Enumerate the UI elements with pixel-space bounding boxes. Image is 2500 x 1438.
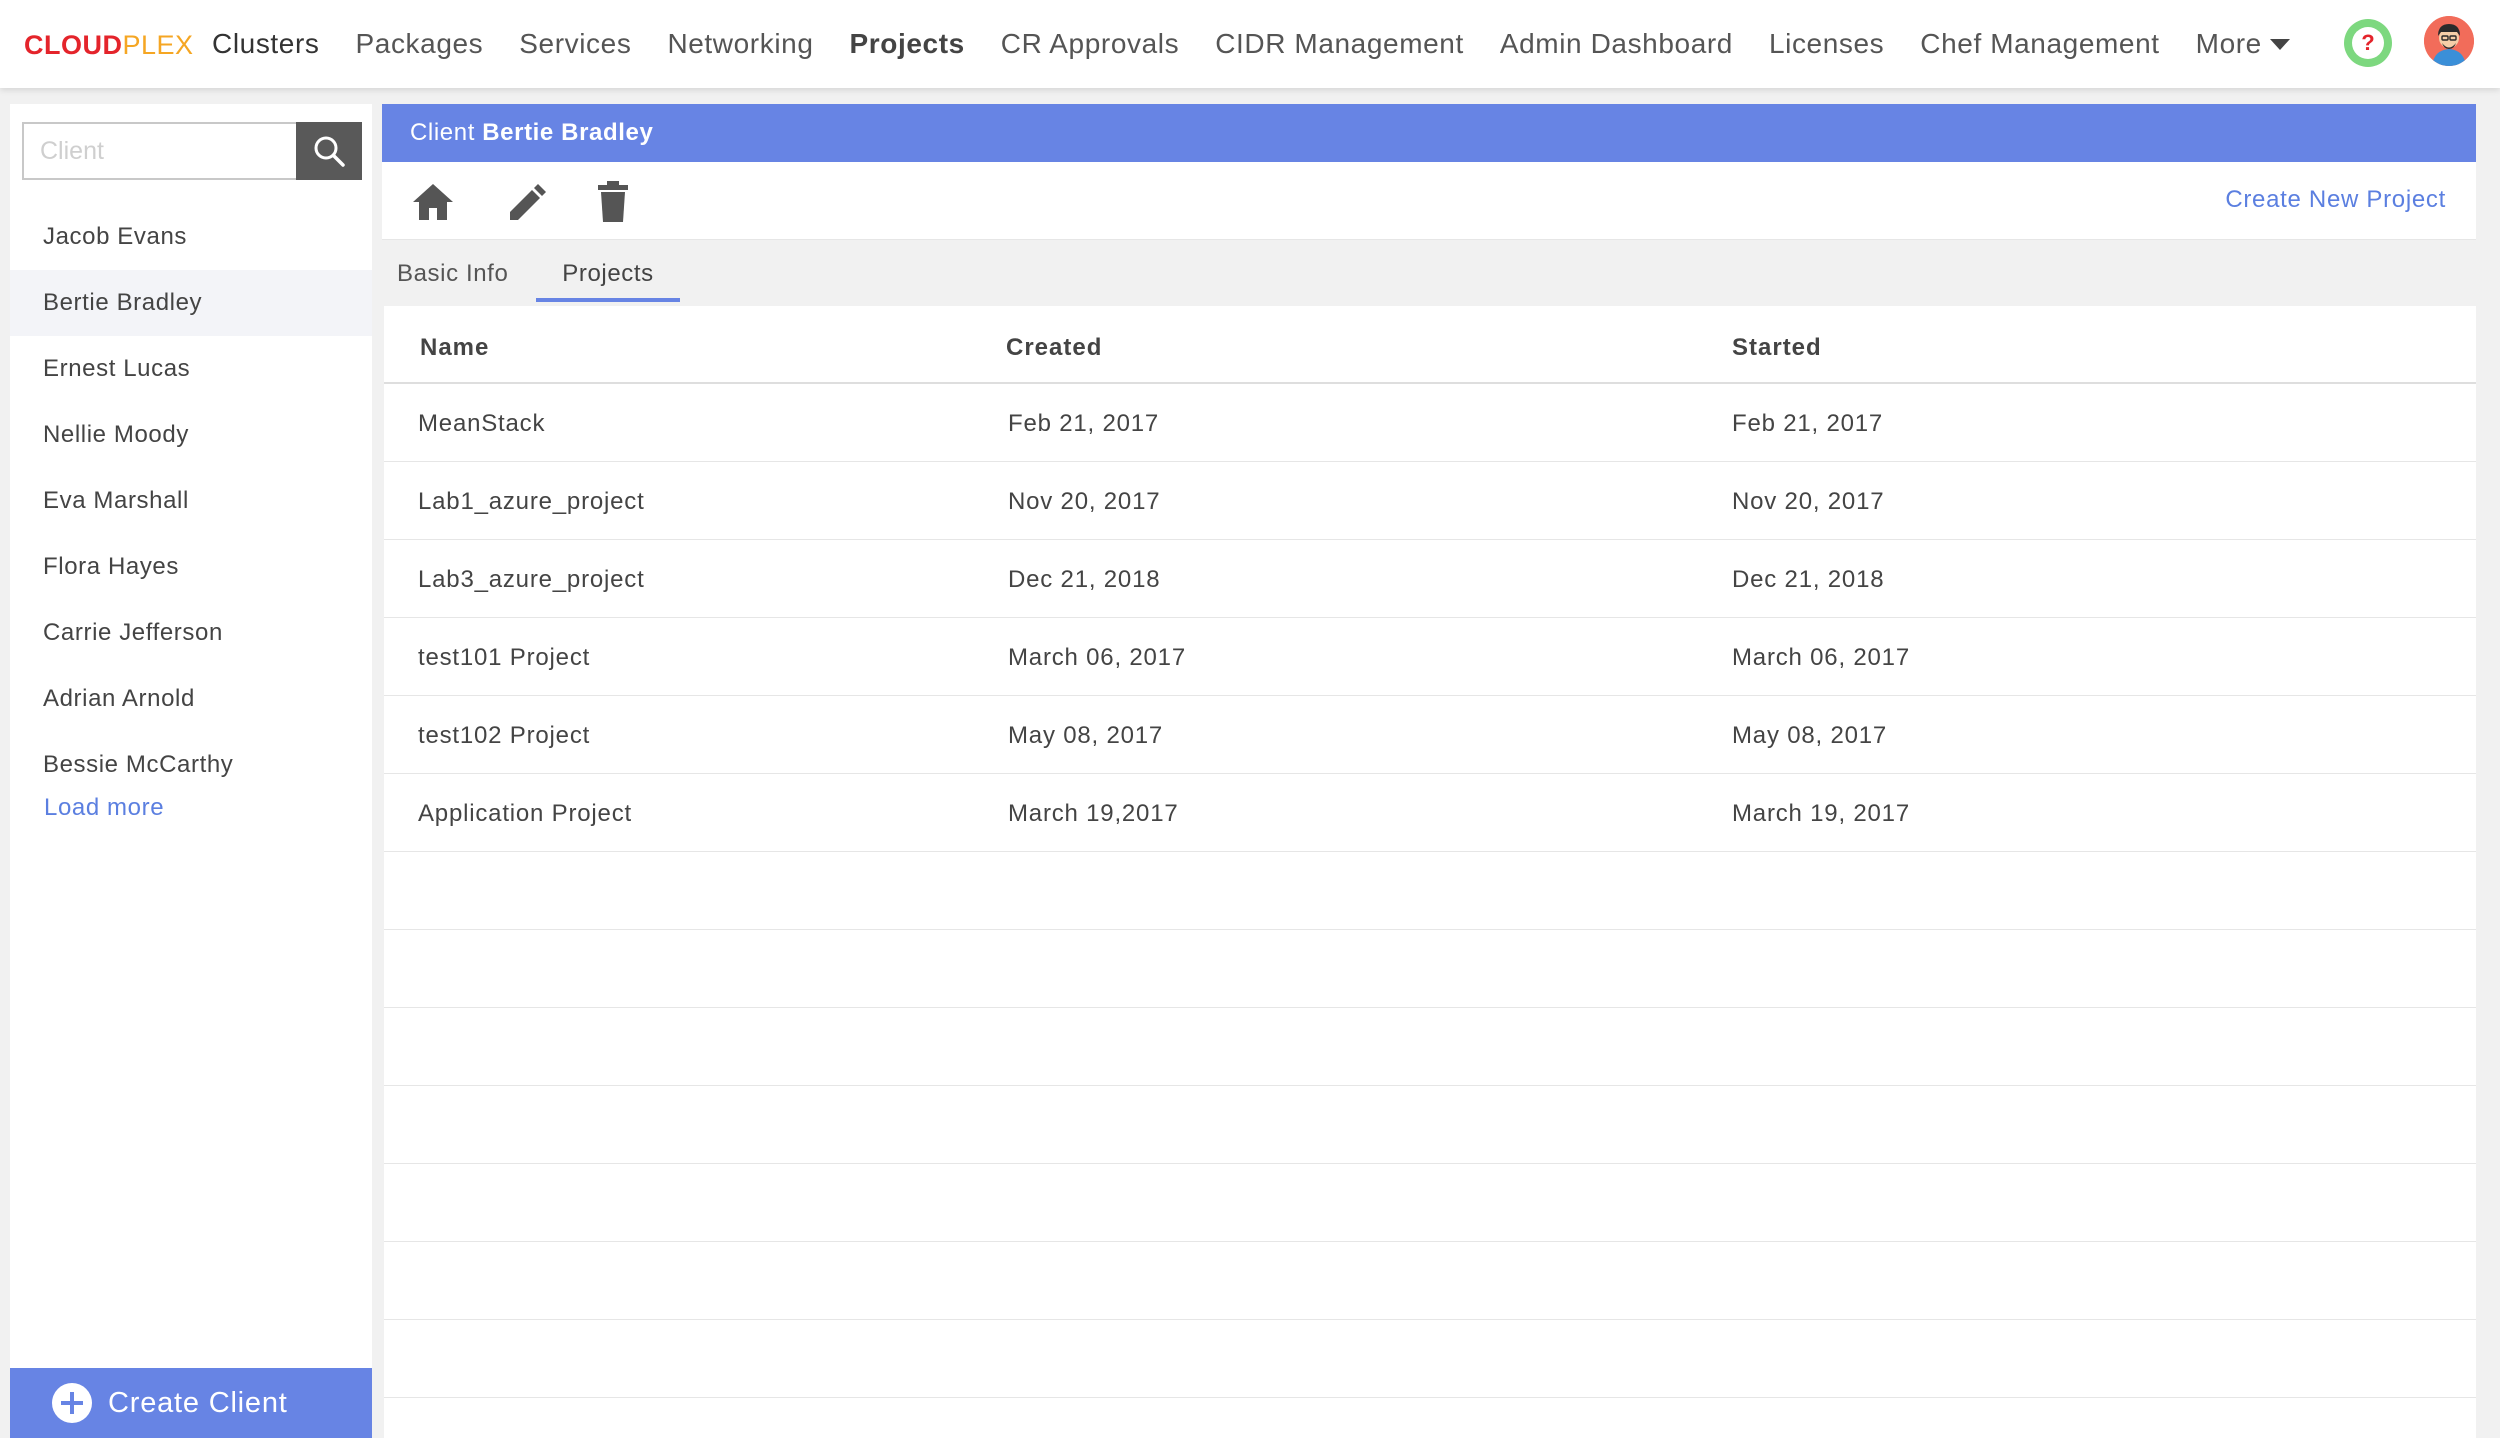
client-item-bessie-mccarthy[interactable]: Bessie McCarthy bbox=[10, 732, 372, 798]
client-search bbox=[22, 122, 362, 180]
user-avatar-icon bbox=[2424, 16, 2474, 66]
client-sidebar: Jacob Evans Bertie Bradley Ernest Lucas … bbox=[10, 104, 372, 1438]
project-name: MeanStack bbox=[418, 410, 546, 437]
nav-item-networking[interactable]: Networking bbox=[667, 28, 813, 60]
column-header-created[interactable]: Created bbox=[1006, 306, 1102, 390]
nav-item-services[interactable]: Services bbox=[519, 28, 631, 60]
project-created: March 06, 2017 bbox=[1008, 644, 1186, 671]
client-item-jacob-evans[interactable]: Jacob Evans bbox=[10, 204, 372, 270]
nav-more-dropdown[interactable]: More bbox=[2196, 28, 2290, 60]
client-item-carrie-jefferson[interactable]: Carrie Jefferson bbox=[10, 600, 372, 666]
projects-table: Name Created Started MeanStack Feb 21, 2… bbox=[384, 306, 2476, 1438]
column-header-name[interactable]: Name bbox=[420, 306, 489, 390]
nav-menu: Clusters Packages Services Networking Pr… bbox=[212, 0, 2326, 88]
project-created: March 19,2017 bbox=[1008, 800, 1179, 827]
top-navigation: CLOUDPLEX Clusters Packages Services Net… bbox=[0, 0, 2500, 88]
client-item-bertie-bradley[interactable]: Bertie Bradley bbox=[10, 270, 372, 336]
create-new-project-link[interactable]: Create New Project bbox=[2225, 186, 2446, 214]
nav-item-admin-dashboard[interactable]: Admin Dashboard bbox=[1500, 28, 1733, 60]
home-icon[interactable] bbox=[410, 180, 456, 224]
empty-table-row bbox=[384, 1164, 2476, 1242]
create-client-label: Create Client bbox=[108, 1386, 288, 1419]
project-created: May 08, 2017 bbox=[1008, 722, 1164, 749]
user-avatar[interactable] bbox=[2424, 16, 2474, 66]
project-started: May 08, 2017 bbox=[1732, 722, 1888, 749]
client-tabs: Basic Info Projects bbox=[382, 250, 680, 302]
nav-item-clusters[interactable]: Clusters bbox=[212, 28, 320, 60]
project-started: March 06, 2017 bbox=[1732, 644, 1910, 671]
empty-table-row bbox=[384, 1320, 2476, 1398]
nav-item-chef-management[interactable]: Chef Management bbox=[1920, 28, 2159, 60]
client-item-nellie-moody[interactable]: Nellie Moody bbox=[10, 402, 372, 468]
project-created: Nov 20, 2017 bbox=[1008, 488, 1161, 515]
empty-table-row bbox=[384, 1242, 2476, 1320]
table-row[interactable]: Lab3_azure_project Dec 21, 2018 Dec 21, … bbox=[384, 540, 2476, 618]
project-started: Nov 20, 2017 bbox=[1732, 488, 1885, 515]
empty-table-row bbox=[384, 930, 2476, 1008]
search-button[interactable] bbox=[296, 122, 362, 180]
tab-basic-info[interactable]: Basic Info bbox=[382, 250, 522, 302]
project-created: Dec 21, 2018 bbox=[1008, 566, 1161, 593]
cloudplex-logo[interactable]: CLOUDPLEX bbox=[24, 28, 194, 62]
client-list: Jacob Evans Bertie Bradley Ernest Lucas … bbox=[10, 204, 372, 798]
client-item-ernest-lucas[interactable]: Ernest Lucas bbox=[10, 336, 372, 402]
client-item-adrian-arnold[interactable]: Adrian Arnold bbox=[10, 666, 372, 732]
project-name: test102 Project bbox=[418, 722, 591, 749]
create-client-button[interactable]: Create Client bbox=[10, 1368, 372, 1438]
project-name: Application Project bbox=[418, 800, 632, 827]
nav-item-licenses[interactable]: Licenses bbox=[1769, 28, 1884, 60]
client-header-name: Bertie Bradley bbox=[482, 119, 654, 146]
nav-item-cr-approvals[interactable]: CR Approvals bbox=[1001, 28, 1179, 60]
nav-more-label: More bbox=[2195, 28, 2262, 59]
table-header: Name Created Started bbox=[384, 306, 2476, 384]
tab-projects[interactable]: Projects bbox=[536, 250, 680, 302]
project-created: Feb 21, 2017 bbox=[1008, 410, 1160, 437]
nav-item-projects[interactable]: Projects bbox=[850, 28, 965, 60]
logo-text-cloud: CLOUD bbox=[24, 30, 123, 60]
nav-item-cidr-management[interactable]: CIDR Management bbox=[1215, 28, 1464, 60]
table-row[interactable]: Application Project March 19,2017 March … bbox=[384, 774, 2476, 852]
client-header-bar: Client Bertie Bradley bbox=[382, 104, 2476, 162]
load-more-link[interactable]: Load more bbox=[44, 794, 164, 822]
client-header-prefix: Client bbox=[410, 119, 475, 146]
caret-down-icon bbox=[2269, 38, 2290, 50]
project-toolbar: Create New Project bbox=[382, 162, 2476, 240]
empty-table-row bbox=[384, 1086, 2476, 1164]
project-name: Lab1_azure_project bbox=[418, 488, 645, 515]
table-row[interactable]: MeanStack Feb 21, 2017 Feb 21, 2017 bbox=[384, 384, 2476, 462]
client-item-eva-marshall[interactable]: Eva Marshall bbox=[10, 468, 372, 534]
table-row[interactable]: test101 Project March 06, 2017 March 06,… bbox=[384, 618, 2476, 696]
project-started: Dec 21, 2018 bbox=[1732, 566, 1885, 593]
plus-circle-icon bbox=[52, 1383, 92, 1423]
column-header-started[interactable]: Started bbox=[1732, 306, 1822, 390]
project-started: Feb 21, 2017 bbox=[1732, 410, 1884, 437]
project-name: Lab3_azure_project bbox=[418, 566, 645, 593]
client-search-input[interactable] bbox=[22, 122, 296, 180]
delete-icon[interactable] bbox=[596, 180, 630, 224]
table-row[interactable]: Lab1_azure_project Nov 20, 2017 Nov 20, … bbox=[384, 462, 2476, 540]
help-symbol: ? bbox=[2352, 27, 2384, 59]
edit-icon[interactable] bbox=[506, 182, 548, 224]
nav-item-packages[interactable]: Packages bbox=[356, 28, 484, 60]
client-item-flora-hayes[interactable]: Flora Hayes bbox=[10, 534, 372, 600]
search-icon bbox=[314, 136, 345, 167]
project-started: March 19, 2017 bbox=[1732, 800, 1910, 827]
logo-text-plex: PLEX bbox=[122, 30, 194, 60]
empty-table-row bbox=[384, 852, 2476, 930]
empty-table-row bbox=[384, 1008, 2476, 1086]
project-name: test101 Project bbox=[418, 644, 591, 671]
table-row[interactable]: test102 Project May 08, 2017 May 08, 201… bbox=[384, 696, 2476, 774]
help-icon[interactable]: ? bbox=[2344, 19, 2392, 67]
